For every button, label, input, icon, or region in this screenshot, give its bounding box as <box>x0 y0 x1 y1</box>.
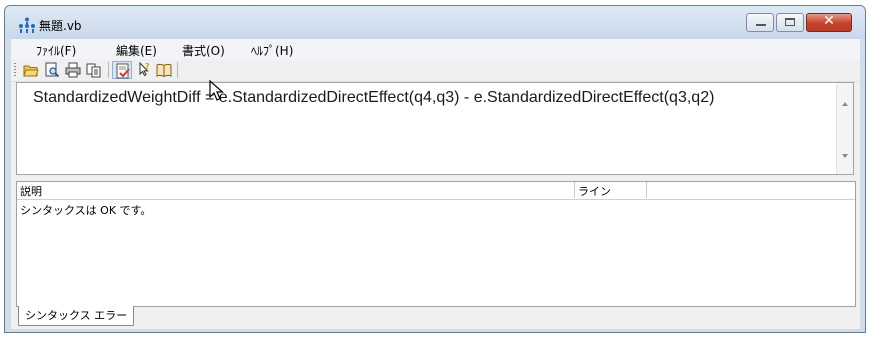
menu-format[interactable]: 書式(O) <box>182 42 225 59</box>
svg-text:?: ? <box>145 62 150 71</box>
book-button[interactable] <box>154 61 174 79</box>
help-pointer-button[interactable]: ? <box>133 61 153 79</box>
book-icon <box>156 63 172 78</box>
output-panel: 説明 ライン シンタックスは OK です。 <box>16 181 856 307</box>
menu-bar: ﾌｧｲﾙ(F) 編集(E) 書式(O) ﾍﾙﾌﾟ(H) <box>11 39 860 59</box>
open-button[interactable] <box>21 61 41 79</box>
check-syntax-button[interactable] <box>112 61 132 79</box>
code-editor[interactable]: StandardizedWeightDiff = e.StandardizedD… <box>16 80 854 175</box>
app-window: 無題.vb ✕ ﾌｧｲﾙ(F) 編集(E) 書式(O) ﾍﾙﾌﾟ(H) ? St… <box>4 5 866 333</box>
help-pointer-icon: ? <box>139 62 150 77</box>
tab-strip: シンタックス エラー <box>11 306 860 329</box>
scroll-down-icon[interactable] <box>842 154 848 158</box>
open-folder-icon <box>23 65 39 77</box>
menu-file[interactable]: ﾌｧｲﾙ(F) <box>36 42 76 59</box>
copy-icon <box>86 63 101 78</box>
print-button[interactable] <box>63 61 83 79</box>
code-text[interactable]: StandardizedWeightDiff = e.StandardizedD… <box>33 89 714 107</box>
minimize-button[interactable] <box>746 13 774 32</box>
scroll-up-icon[interactable] <box>842 102 848 106</box>
check-syntax-icon <box>116 63 130 79</box>
menu-edit[interactable]: 編集(E) <box>116 42 157 59</box>
print-icon <box>65 62 81 78</box>
toolbar: ? <box>11 59 860 82</box>
close-icon: ✕ <box>823 13 835 29</box>
client-area: ﾌｧｲﾙ(F) 編集(E) 書式(O) ﾍﾙﾌﾟ(H) ? Standardiz… <box>11 39 860 329</box>
minimize-icon <box>756 24 766 26</box>
menu-help[interactable]: ﾍﾙﾌﾟ(H) <box>251 42 293 59</box>
print-preview-icon <box>45 62 60 78</box>
toolbar-grip[interactable] <box>14 63 16 78</box>
list-header: 説明 ライン <box>17 182 855 200</box>
app-icon[interactable] <box>18 17 36 33</box>
maximize-button[interactable] <box>776 13 804 32</box>
window-title: 無題.vb <box>39 19 82 33</box>
toolbar-separator <box>108 62 109 78</box>
column-header-line[interactable]: ライン <box>575 182 647 198</box>
maximize-icon <box>785 18 795 26</box>
print-preview-button[interactable] <box>42 61 62 79</box>
list-item[interactable]: シンタックスは OK です。 <box>20 202 151 218</box>
tab-syntax-errors[interactable]: シンタックス エラー <box>18 306 135 326</box>
mouse-cursor-icon <box>209 80 225 101</box>
title-bar[interactable]: 無題.vb ✕ <box>5 6 865 39</box>
close-button[interactable]: ✕ <box>806 13 852 32</box>
copy-button[interactable] <box>84 61 104 79</box>
editor-scrollbar[interactable] <box>836 83 853 174</box>
toolbar-separator <box>177 62 178 78</box>
column-header-description[interactable]: 説明 <box>17 182 575 198</box>
